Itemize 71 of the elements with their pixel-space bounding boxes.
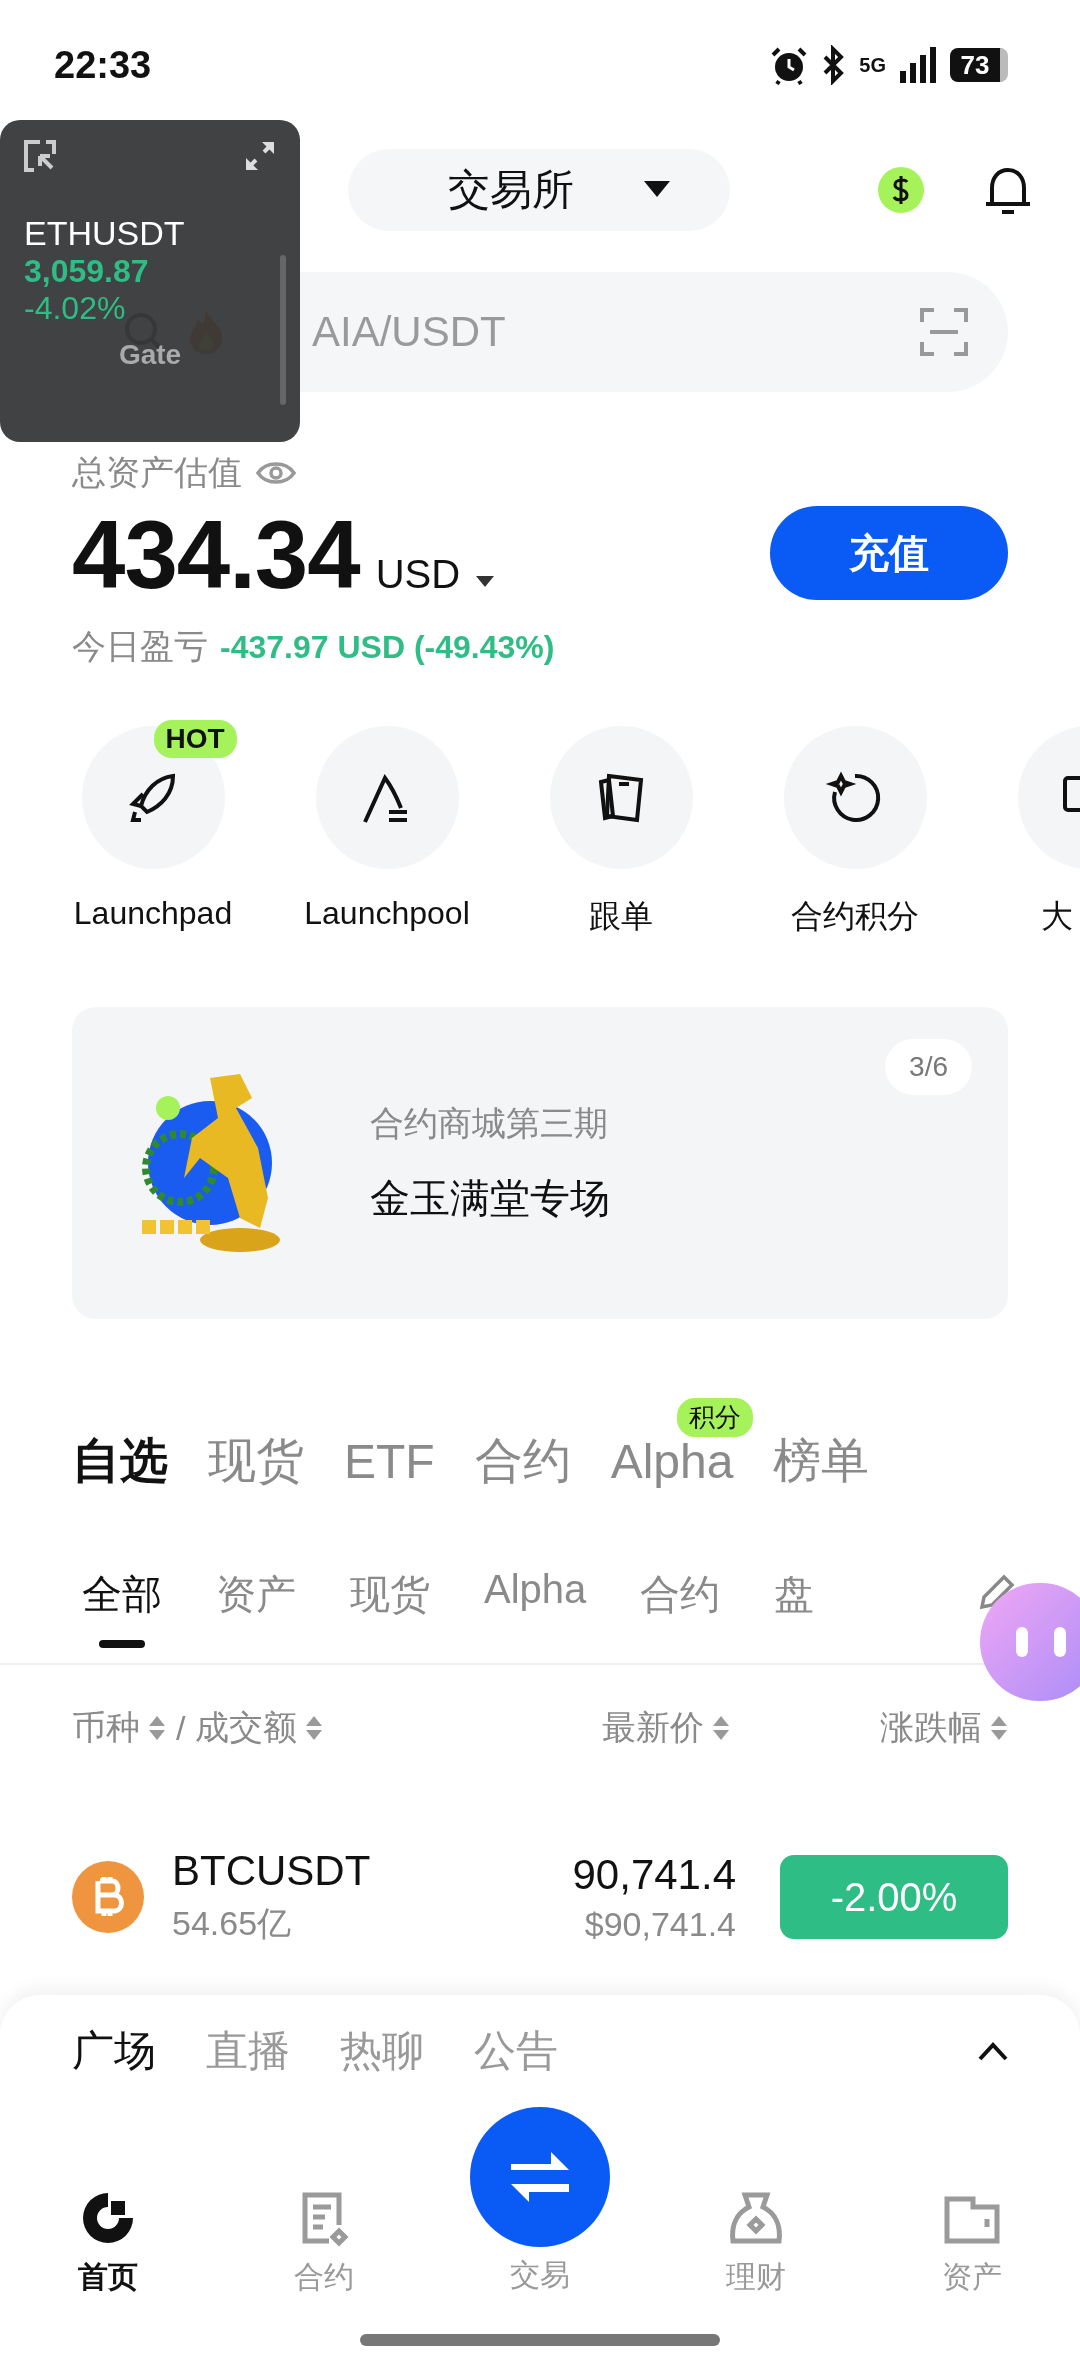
filter-tab[interactable]: 全部 — [82, 1567, 162, 1648]
dollar-icon[interactable] — [878, 167, 924, 213]
sort-coin-header[interactable]: 币种 — [72, 1705, 166, 1751]
eye-icon[interactable] — [256, 459, 296, 487]
sort-icon — [990, 1714, 1008, 1742]
deposit-button[interactable]: 充值 — [770, 506, 1008, 600]
nav-tab[interactable]: 首页 — [0, 2187, 216, 2298]
search-field[interactable]: AIA/USDT — [310, 307, 900, 357]
market-tab[interactable]: 现货 — [208, 1429, 304, 1493]
widget-symbol: ETHUSDT — [24, 214, 186, 253]
filter-tab[interactable]: 合约 — [640, 1567, 721, 1622]
nav-tab[interactable]: 合约 — [216, 2187, 432, 2298]
pair-name: BTCUSDT — [172, 1847, 371, 1895]
promo-banner[interactable]: 合约商城第三期 金玉满堂专场 3/6 — [72, 1007, 1008, 1319]
price-widget[interactable]: ETHUSDT 3,059.87 -4.02% Gate — [0, 120, 300, 442]
banner-subtitle: 合约商城第三期 — [370, 1102, 609, 1144]
usd-price: $90,741.4 — [584, 1904, 736, 1944]
banner-title: 金玉满堂专场 — [370, 1174, 610, 1222]
market-tab[interactable]: 自选 — [72, 1429, 168, 1493]
pnl-label: 今日盈亏 — [72, 626, 208, 667]
status-time: 22:33 — [54, 43, 152, 87]
volume-value: 54.65亿 — [172, 1903, 293, 1944]
feed-tab[interactable]: 公告 — [474, 2023, 558, 2079]
chevron-up-icon[interactable] — [978, 2041, 1008, 2061]
expand-icon[interactable] — [244, 140, 276, 172]
sort-volume-header[interactable]: 成交额 — [195, 1705, 324, 1751]
balance-value: 434.34 — [72, 500, 360, 610]
hot-badge: HOT — [153, 720, 237, 758]
filter-tab[interactable]: 资产 — [216, 1567, 296, 1622]
market-tab[interactable]: 榜单 — [773, 1429, 870, 1493]
caret-icon — [644, 181, 670, 199]
page-indicator: 3/6 — [885, 1039, 972, 1095]
nav-label: 交易 — [510, 2257, 570, 2293]
filter-tab[interactable]: 盘 — [774, 1567, 815, 1622]
widget-price: 3,059.87 — [24, 253, 150, 290]
feed-tab[interactable]: 直播 — [206, 2023, 290, 2079]
bitcoin-icon — [72, 1861, 144, 1933]
price-value: 90,741.4 — [572, 1850, 736, 1899]
currency-label: USD — [375, 552, 461, 597]
network-label: 5G — [859, 53, 886, 77]
picture-in-picture-icon[interactable] — [24, 140, 56, 172]
caret-icon[interactable] — [476, 576, 495, 588]
shortcut-label: Launchpool — [304, 895, 470, 932]
mode-selector[interactable]: 交易所 — [348, 149, 730, 231]
brand-logo: Gate — [118, 339, 182, 371]
feed-tab[interactable]: 广场 — [72, 2023, 156, 2079]
sort-price-header[interactable]: 最新价 — [602, 1705, 730, 1751]
filter-tab[interactable]: 现货 — [350, 1567, 430, 1622]
points-badge: 积分 — [677, 1397, 754, 1437]
sort-icon — [712, 1714, 730, 1742]
battery-level: 73 — [950, 48, 1008, 82]
scan-icon[interactable] — [920, 308, 968, 356]
sort-change-header[interactable]: 涨跌幅 — [880, 1705, 1008, 1751]
sort-icon — [148, 1714, 166, 1742]
market-tab[interactable]: ETF — [344, 1433, 435, 1489]
market-tab[interactable]: 合约 — [474, 1429, 571, 1493]
signal-icon — [898, 45, 938, 85]
widget-change: -4.02% — [24, 290, 127, 327]
filter-tab[interactable]: Alpha — [484, 1567, 587, 1612]
nav-tab[interactable]: 资产 — [864, 2187, 1080, 2298]
feed-tab[interactable]: 热聊 — [340, 2023, 424, 2079]
sort-icon — [305, 1714, 324, 1742]
change-badge: -2.00% — [780, 1855, 1008, 1939]
asset-label: 总资产估值 — [72, 452, 242, 493]
shortcut-label: 合约积分 — [791, 897, 919, 936]
shortcut-label: Launchpad — [73, 895, 233, 932]
shortcut-label: 跟单 — [589, 897, 653, 936]
column-separator: / — [176, 1708, 186, 1748]
nav-tab[interactable]: 理财 — [648, 2187, 864, 2298]
pnl-value: -437.97 USD (-49.43%) — [220, 628, 555, 666]
shortcut-label: 大 — [1041, 897, 1073, 936]
